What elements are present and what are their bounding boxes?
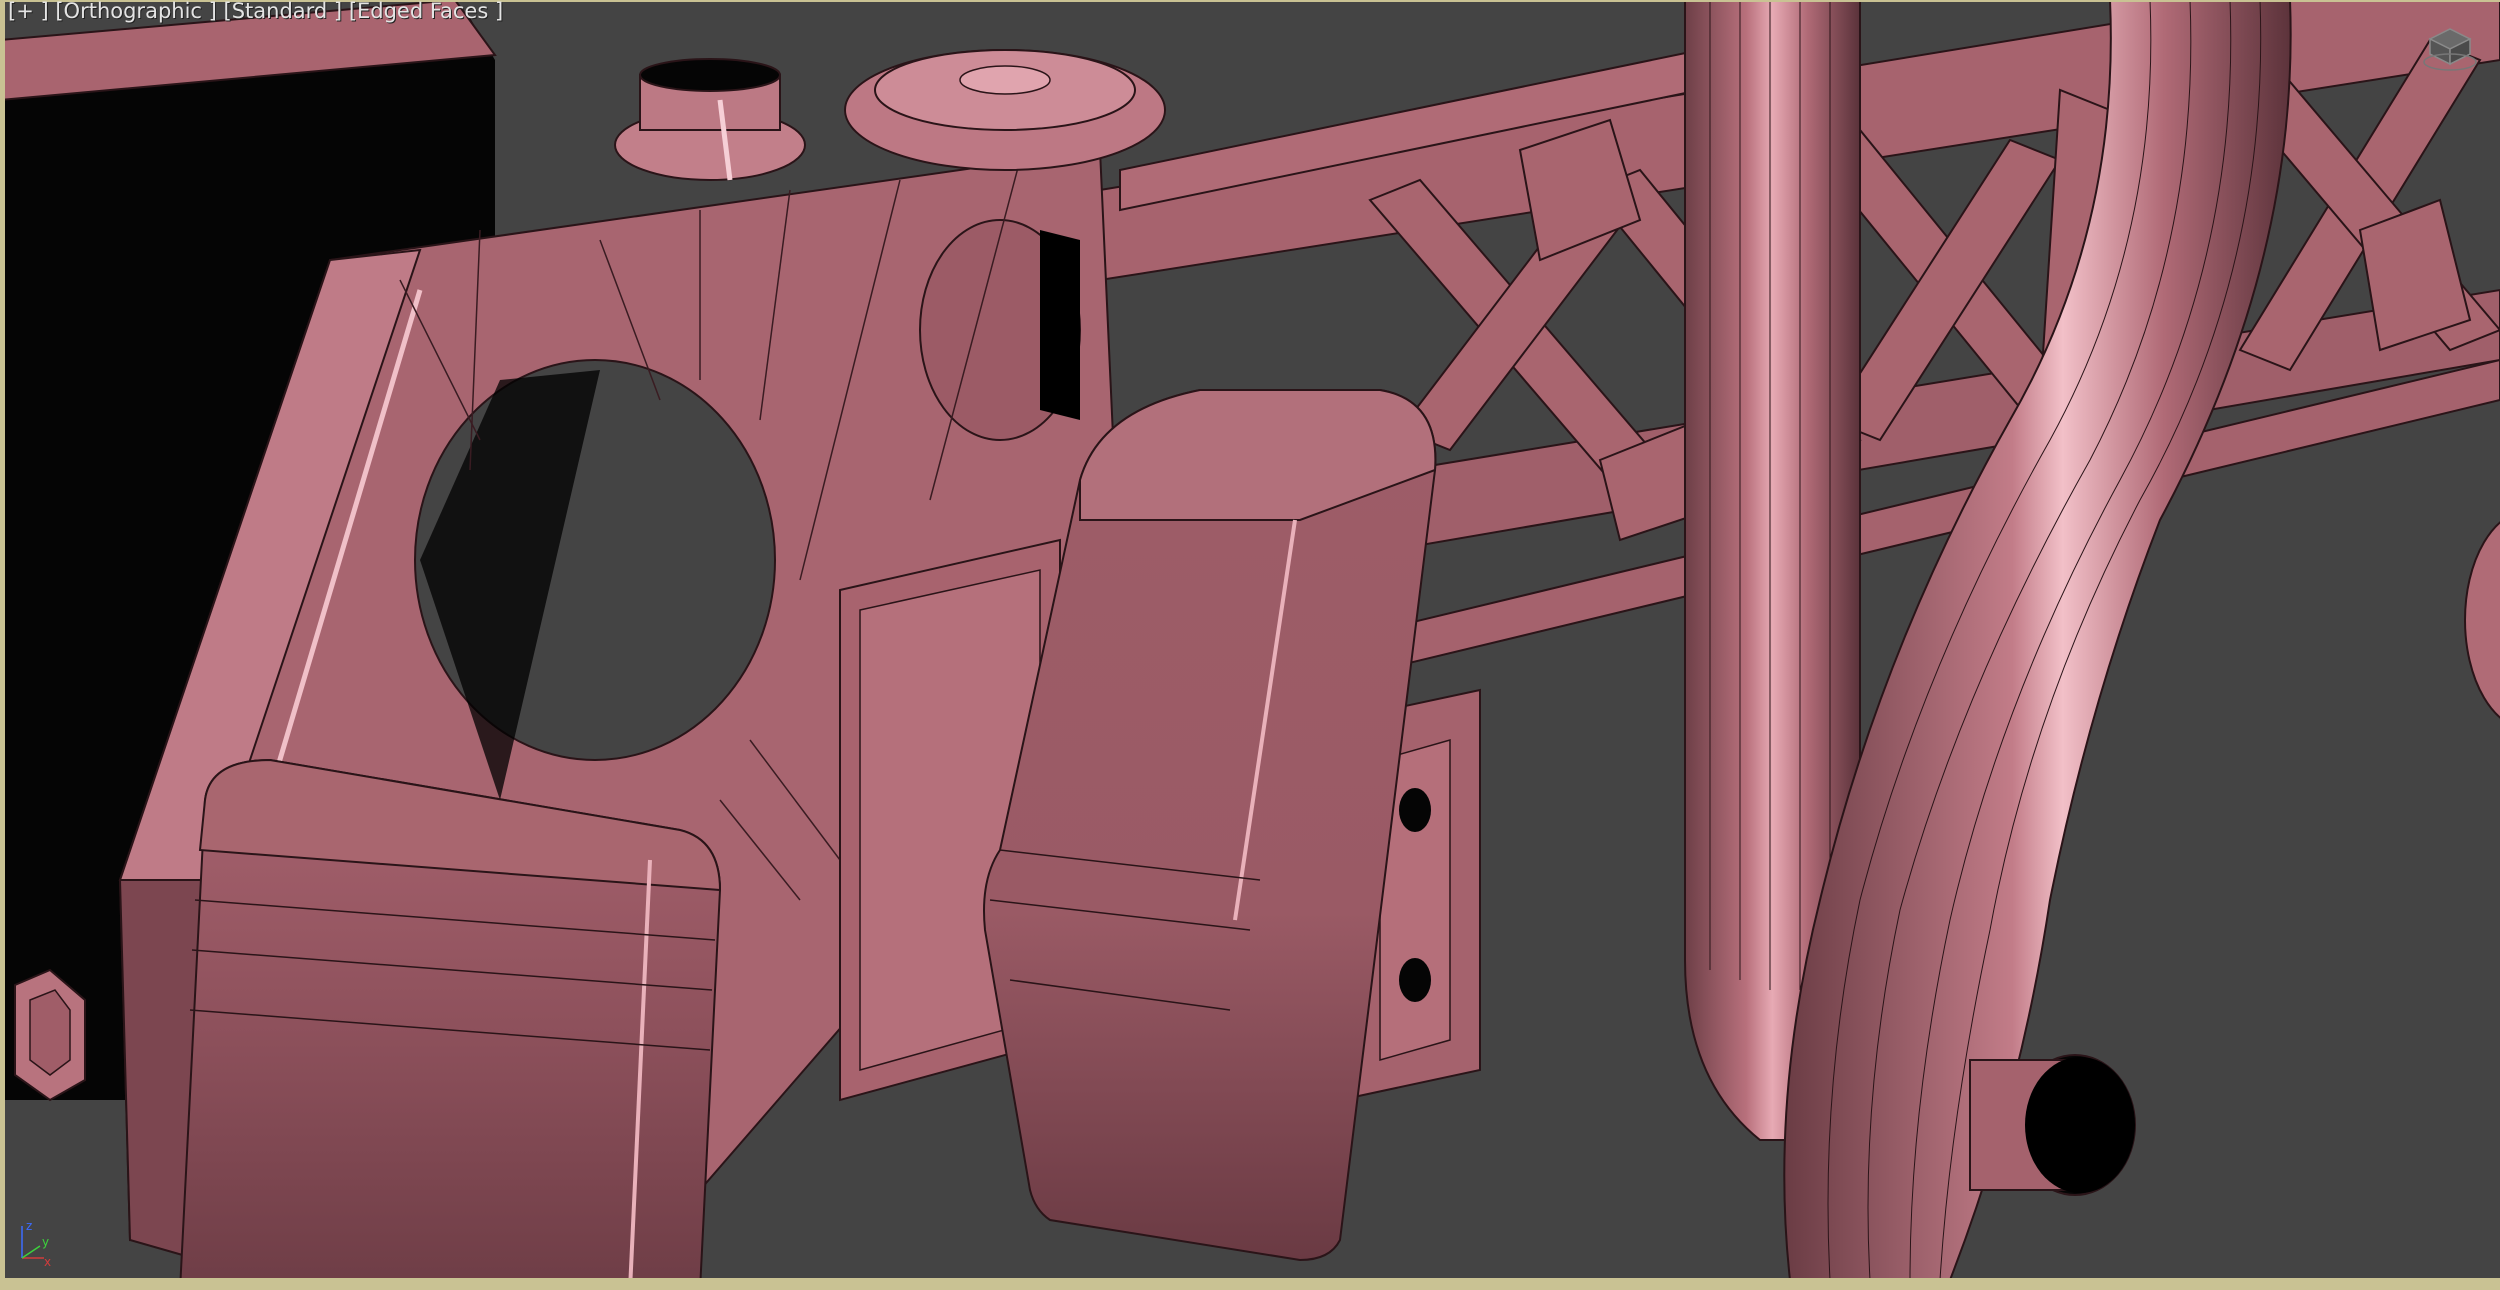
viewcube-icon[interactable] (2420, 14, 2480, 74)
viewport-menu-button[interactable]: [+ ] (8, 0, 49, 23)
shading-mode-label[interactable]: [Standard ] (224, 0, 343, 23)
mesh-face (639, 58, 781, 92)
mesh-face (1040, 230, 1080, 420)
axis-y-label: y (42, 1235, 49, 1249)
mesh-face (2025, 1057, 2135, 1193)
axis-tripod-icon: z y x (21, 1219, 51, 1268)
viewport-label-bar: [+ ] [Orthographic ] [Standard ] [Edged … (8, 0, 503, 22)
knob (614, 49, 1166, 181)
axis-x-label: x (44, 1255, 51, 1268)
mesh-face (1399, 788, 1431, 832)
scene-render[interactable] (0, 0, 2500, 1290)
cushion-left (178, 758, 722, 1290)
viewport-border-left (0, 0, 5, 1290)
mesh-face (1399, 958, 1431, 1002)
mesh-face (29, 989, 71, 1076)
view-mode-label[interactable]: [Orthographic ] (55, 0, 216, 23)
display-mode-label[interactable]: [Edged Faces ] (349, 0, 503, 23)
ring-partial (2464, 521, 2500, 719)
viewport-border-bottom (0, 1278, 2500, 1290)
3d-viewport[interactable]: [+ ] [Orthographic ] [Standard ] [Edged … (0, 0, 2500, 1290)
mesh-face (959, 65, 1051, 95)
axis-z-label: z (26, 1219, 32, 1233)
